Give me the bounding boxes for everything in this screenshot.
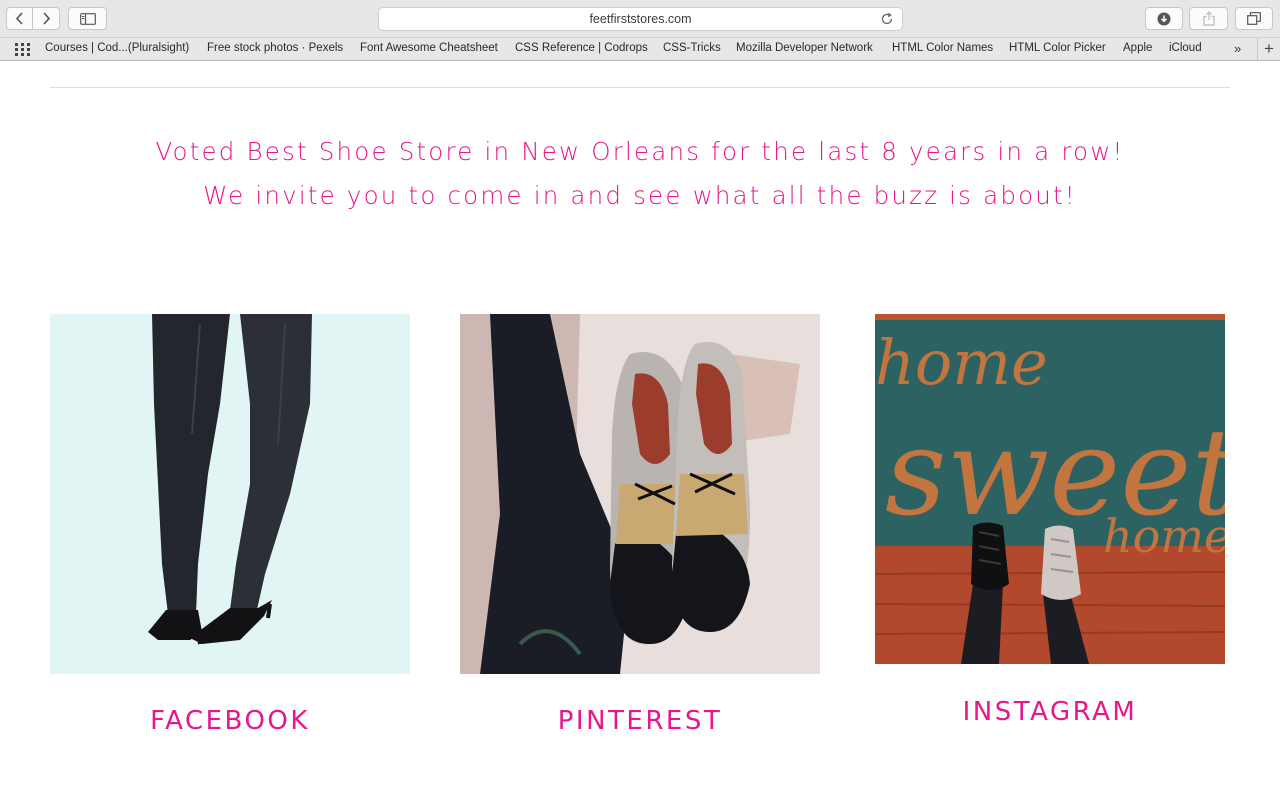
instagram-link[interactable]: INSTAGRAM	[875, 697, 1225, 727]
facebook-image[interactable]	[50, 314, 410, 674]
sidebar-icon	[79, 12, 96, 25]
bookmark-item[interactable]: HTML Color Names	[892, 42, 993, 54]
address-bar[interactable]: feetfirststores.com	[378, 7, 903, 31]
bookmark-item[interactable]: HTML Color Picker	[1009, 42, 1106, 54]
reload-icon[interactable]	[879, 11, 895, 27]
chevron-right-icon	[43, 12, 51, 25]
facebook-link[interactable]: FACEBOOK	[50, 706, 410, 736]
grid-icon[interactable]	[15, 43, 30, 56]
url-text: feetfirststores.com	[589, 12, 692, 26]
share-icon	[1202, 11, 1215, 26]
page-content: Voted Best Shoe Store in New Orleans for…	[0, 62, 1280, 800]
download-icon	[1157, 12, 1171, 25]
bookmark-item[interactable]: CSS Reference | Codrops	[515, 42, 648, 54]
bookmark-item[interactable]: Free stock photos · Pexels	[207, 42, 343, 54]
share-button[interactable]	[1189, 7, 1228, 30]
browser-toolbar: feetfirststores.com	[0, 0, 1280, 38]
divider	[50, 87, 1230, 88]
tabs-overview-button[interactable]	[1235, 7, 1273, 30]
bookmark-item[interactable]: Courses | Cod...(Pluralsight)	[45, 42, 189, 54]
pinterest-link[interactable]: PINTEREST	[460, 706, 820, 736]
bookmark-item[interactable]: Apple	[1123, 42, 1152, 54]
sidebar-button[interactable]	[68, 7, 107, 30]
tabs-icon	[1247, 12, 1261, 25]
bookmark-item[interactable]: iCloud	[1169, 42, 1202, 54]
bookmark-item[interactable]: Mozilla Developer Network	[736, 42, 873, 54]
tagline-line-1: Voted Best Shoe Store in New Orleans for…	[155, 137, 1125, 166]
new-tab-button[interactable]: +	[1257, 38, 1280, 60]
bookmarks-bar: Courses | Cod...(Pluralsight) Free stock…	[0, 38, 1280, 61]
chevron-left-icon	[15, 12, 23, 25]
tagline-line-2: We invite you to come in and see what al…	[203, 181, 1077, 210]
bookmark-item[interactable]: CSS-Tricks	[663, 42, 721, 54]
downloads-button[interactable]	[1145, 7, 1183, 30]
oxfords-illustration	[460, 314, 820, 674]
instagram-image[interactable]: home sweet home	[875, 314, 1225, 664]
back-button[interactable]	[6, 7, 33, 30]
forward-button[interactable]	[33, 7, 60, 30]
bookmarks-overflow-button[interactable]: »	[1234, 41, 1241, 56]
nav-buttons	[6, 7, 60, 30]
bookmark-item[interactable]: Font Awesome Cheatsheet	[360, 42, 498, 54]
doormat-illustration: home sweet home	[875, 314, 1225, 664]
doormat-word-home-2: home	[1103, 509, 1225, 563]
doormat-word-home: home	[875, 326, 1048, 399]
pinterest-image[interactable]	[460, 314, 820, 674]
pumps-illustration	[148, 314, 312, 645]
